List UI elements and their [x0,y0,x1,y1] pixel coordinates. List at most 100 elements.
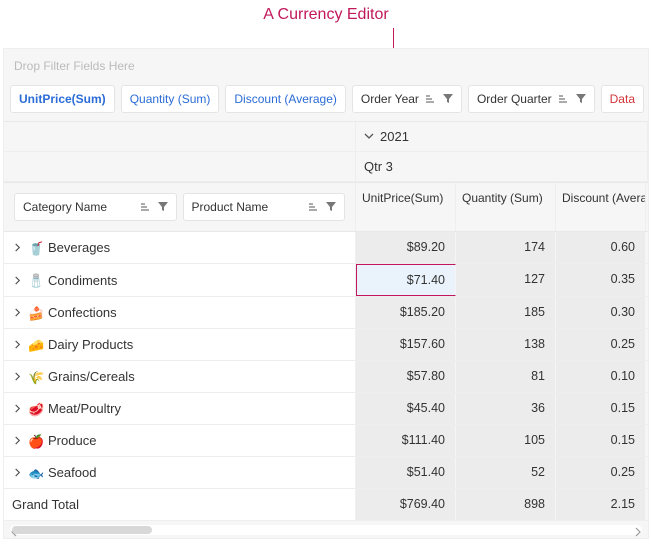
row-header[interactable]: 🍰Confections [4,297,356,328]
table-row: 🌾 Grains/Cereals $57.80810.10 [4,361,648,393]
row-label: Grains/Cereals [48,369,135,384]
row-label: Beverages [48,240,110,255]
cell-discount[interactable]: 0.30 [556,297,646,328]
category-icon: 🐟 [28,466,42,480]
row-label: Meat/Poultry [48,401,121,416]
category-icon: 🧂 [28,273,42,287]
expand-icon[interactable] [12,308,22,318]
row-header[interactable]: 🌾 Grains/Cereals [4,361,356,392]
data-area-chip[interactable]: Data [601,85,644,113]
table-row: 🍰Confections$185.201850.30 [4,297,648,329]
category-icon: 🧀 [28,338,42,352]
filter-icon[interactable] [576,94,586,104]
column-year-header[interactable]: 2021 [356,122,648,151]
expand-icon[interactable] [12,404,22,414]
category-icon: 🌾 [28,370,42,384]
sort-icon[interactable] [308,202,320,212]
chip-label: Order Quarter [477,92,552,106]
cell-discount: 2.15 [556,489,646,520]
filter-icon[interactable] [443,94,453,104]
cell-quantity[interactable]: 138 [456,329,556,360]
cell-quantity[interactable]: 185 [456,297,556,328]
expand-icon[interactable] [12,340,22,350]
data-field-discount[interactable]: Discount (Average) [225,85,346,113]
chip-label: Product Name [192,200,269,214]
measure-header-unitprice[interactable]: UnitPrice(Sum) [356,183,456,231]
measure-header-quantity[interactable]: Quantity (Sum) [456,183,556,231]
row-label: Condiments [48,273,117,288]
year-label: 2021 [380,129,409,144]
cell-unitprice[interactable]: $89.20 [356,232,456,263]
expand-icon[interactable] [12,468,22,478]
cell-discount[interactable]: 0.15 [556,425,646,456]
row-field-product[interactable]: Product Name [183,193,346,221]
cell-quantity[interactable]: 105 [456,425,556,456]
cell-quantity[interactable]: 174 [456,232,556,263]
grand-total-label: Grand Total [4,489,356,520]
table-row: 🥩Meat/Poultry$45.40360.15 [4,393,648,425]
cell-quantity[interactable]: 81 [456,361,556,392]
sort-icon[interactable] [140,202,152,212]
cell-unitprice[interactable]: $111.40 [356,425,456,456]
quarter-label: Qtr 3 [364,159,393,174]
horizontal-scrollbar[interactable] [10,525,642,535]
column-quarter-header[interactable]: Qtr 3 [356,152,648,181]
chip-label: Data [610,92,635,106]
category-icon: 🍎 [28,434,42,448]
expand-icon[interactable] [12,436,22,446]
scrollbar-thumb[interactable] [12,526,152,534]
data-field-quantity[interactable]: Quantity (Sum) [121,85,220,113]
chip-label: Quantity (Sum) [130,92,211,106]
scroll-right-icon[interactable] [632,525,642,535]
chip-label: UnitPrice(Sum) [19,92,106,106]
data-field-unitprice[interactable]: UnitPrice(Sum) [10,85,115,113]
cell-discount[interactable]: 0.60 [556,232,646,263]
measure-header-discount[interactable]: Discount (Average) [556,183,646,231]
table-row: 🧂 Condiments $71.401270.35 [4,264,648,297]
cell-unitprice[interactable]: $71.40 [356,264,456,296]
row-header[interactable]: 🥩Meat/Poultry [4,393,356,424]
column-field-order-quarter[interactable]: Order Quarter [468,85,595,113]
row-field-category[interactable]: Category Name [14,193,177,221]
cell-discount[interactable]: 0.35 [556,264,646,296]
table-row: 🧀 Dairy Products $157.601380.25 [4,329,648,361]
cell-unitprice[interactable]: $45.40 [356,393,456,424]
cell-quantity[interactable]: 36 [456,393,556,424]
sort-icon[interactable] [558,94,570,104]
row-header[interactable]: 🥤 Beverages [4,232,356,263]
cell-unitprice[interactable]: $185.20 [356,297,456,328]
annotation-label: A Currency Editor [0,6,652,24]
table-row: 🍎Produce$111.401050.15 [4,425,648,457]
filter-icon[interactable] [326,202,336,212]
chip-label: Category Name [23,200,107,214]
row-header[interactable]: 🐟 Seafood [4,457,356,488]
cell-quantity[interactable]: 127 [456,264,556,296]
sort-icon[interactable] [425,94,437,104]
pivot-grid: Drop Filter Fields Here UnitPrice(Sum) Q… [3,48,649,539]
row-header[interactable]: 🍎Produce [4,425,356,456]
category-icon: 🍰 [28,306,42,320]
grand-total-row: Grand Total$769.408982.15 [4,489,648,521]
table-row: 🥤 Beverages $89.201740.60 [4,232,648,264]
cell-discount[interactable]: 0.10 [556,361,646,392]
cell-unitprice[interactable]: $157.60 [356,329,456,360]
cell-unitprice[interactable]: $57.80 [356,361,456,392]
filter-drop-area[interactable]: Drop Filter Fields Here [4,49,648,77]
cell-discount[interactable]: 0.25 [556,329,646,360]
cell-unitprice[interactable]: $51.40 [356,457,456,488]
cell-quantity[interactable]: 52 [456,457,556,488]
row-header[interactable]: 🧀 Dairy Products [4,329,356,360]
category-icon: 🥤 [28,241,42,255]
row-header[interactable]: 🧂 Condiments [4,264,356,296]
cell-discount[interactable]: 0.25 [556,457,646,488]
expand-icon[interactable] [12,243,22,253]
row-label: Seafood [48,465,96,480]
row-label: Dairy Products [48,337,133,352]
expand-icon[interactable] [12,275,22,285]
cell-quantity: 898 [456,489,556,520]
column-field-order-year[interactable]: Order Year [352,85,462,113]
expand-icon[interactable] [12,372,22,382]
filter-icon[interactable] [158,202,168,212]
cell-discount[interactable]: 0.15 [556,393,646,424]
field-header-row: UnitPrice(Sum) Quantity (Sum) Discount (… [4,77,648,121]
